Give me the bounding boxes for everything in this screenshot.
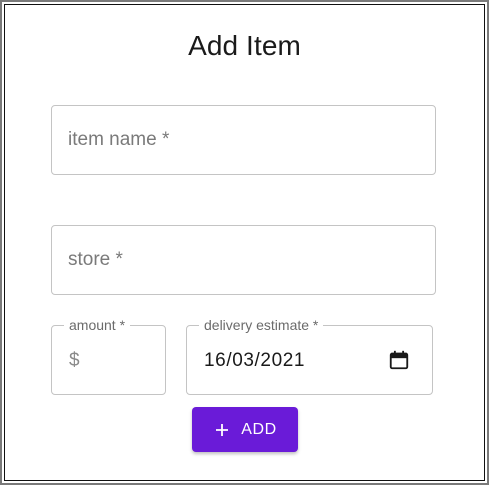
form-title: Add Item <box>188 30 301 61</box>
delivery-estimate-value[interactable]: 16/03/2021 <box>204 350 305 372</box>
store-placeholder: store * <box>68 249 123 270</box>
add-button[interactable]: ADD <box>192 407 298 452</box>
item-name-placeholder: item name * <box>68 129 170 150</box>
item-name-field[interactable]: item name * <box>51 105 436 175</box>
delivery-estimate-field[interactable]: delivery estimate * 16/03/2021 <box>186 317 433 395</box>
dollar-adornment: $ <box>69 350 80 371</box>
store-field[interactable]: store * <box>51 225 436 295</box>
plus-icon <box>216 423 229 436</box>
amount-field[interactable]: amount * $ <box>51 317 166 395</box>
add-button-label: ADD <box>241 420 277 438</box>
amount-label: amount * <box>64 317 131 333</box>
dialog-frame: Add Item item name * store * amount * $ … <box>0 0 489 485</box>
calendar-icon[interactable] <box>388 349 410 371</box>
delivery-estimate-label: delivery estimate * <box>199 317 324 333</box>
